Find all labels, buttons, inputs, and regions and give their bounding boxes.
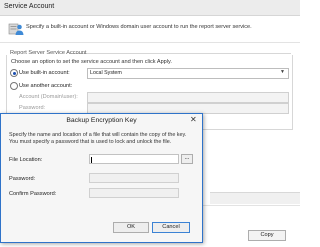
other-account-radio[interactable] [10, 82, 18, 90]
confirm-password-input[interactable] [89, 188, 179, 198]
file-location-input[interactable] [89, 154, 179, 164]
dialog-password-label: Password: [9, 176, 36, 182]
account-field[interactable] [87, 92, 289, 103]
builtin-account-value: Local System [90, 70, 122, 76]
account-label: Account (Domain\user): [19, 94, 78, 100]
builtin-account-radio[interactable] [10, 69, 18, 77]
copy-button[interactable]: Copy [248, 230, 286, 241]
chevron-down-icon[interactable]: ▼ [280, 69, 285, 75]
builtin-account-label: Use built-in account: [19, 70, 70, 76]
dialog-description: Specify the name and location of a file … [9, 132, 187, 145]
group-divider [70, 53, 291, 54]
lower-panel [210, 192, 300, 204]
browse-button[interactable]: ... [181, 154, 193, 164]
group-title: Report Server Service Account [10, 50, 87, 56]
other-account-label: Use another account: [19, 83, 73, 89]
file-location-label: File Location: [9, 157, 43, 163]
group-instruction: Choose an option to set the service acco… [11, 59, 172, 65]
service-account-icon [8, 23, 24, 35]
divider [0, 42, 300, 43]
password-label: Password: [19, 105, 46, 111]
intro-text: Specify a built-in account or Windows do… [26, 24, 252, 30]
ok-button[interactable]: OK [113, 222, 149, 233]
close-icon[interactable]: ✕ [190, 115, 197, 124]
page-title: Service Account [4, 3, 55, 10]
confirm-password-label: Confirm Password: [9, 191, 57, 197]
dialog-title: Backup Encryption Key [66, 117, 137, 124]
text-caret [91, 157, 92, 163]
dialog-password-input[interactable] [89, 173, 179, 183]
cancel-button[interactable]: Cancel [152, 222, 190, 233]
